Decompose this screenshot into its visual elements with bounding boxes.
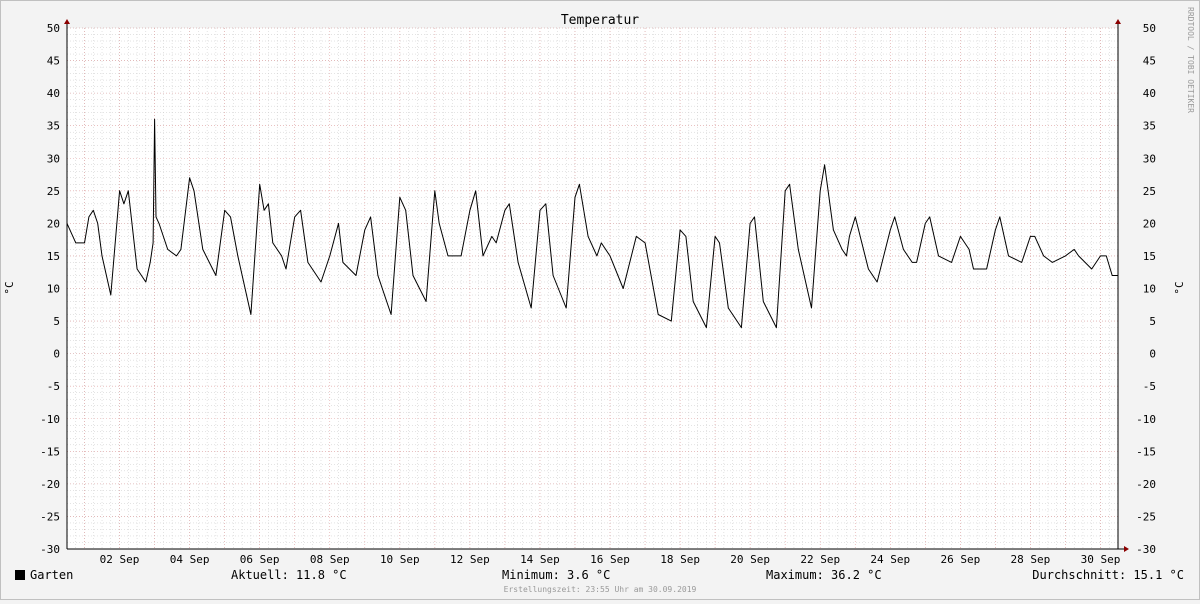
x-tick-label: 24 Sep bbox=[870, 553, 910, 566]
y-tick-label-left: 20 bbox=[47, 217, 60, 230]
y-tick-label-right: 45 bbox=[1143, 55, 1156, 68]
chart-canvas: 50 5045 4540 4035 3530 3025 2520 2015 1510 105 50 0… bbox=[0, 0, 1200, 600]
y-tick-label-left: -15 bbox=[40, 445, 60, 458]
y-tick-label-left: 50 bbox=[47, 22, 60, 35]
x-tick-label: 06 Sep bbox=[240, 553, 280, 566]
y-axis-label-left: °C bbox=[3, 281, 16, 294]
y-tick-label-left: -5 bbox=[47, 380, 60, 393]
y-tick-label-left: 30 bbox=[47, 152, 60, 165]
x-tick-label: 12 Sep bbox=[450, 553, 490, 566]
y-tick-label-right: 10 bbox=[1143, 283, 1156, 296]
y-tick-label-left: 35 bbox=[47, 120, 60, 133]
y-tick-label-left: 25 bbox=[47, 185, 60, 198]
watermark: RRDTOOL / TOBI OETIKER bbox=[1186, 7, 1195, 113]
x-tick-label: 30 Sep bbox=[1081, 553, 1121, 566]
y-tick-label-right: 20 bbox=[1143, 217, 1156, 230]
x-tick-label: 18 Sep bbox=[660, 553, 700, 566]
x-tick-label: 14 Sep bbox=[520, 553, 560, 566]
y-axis-label-right: °C bbox=[1173, 281, 1186, 294]
creation-time: Erstellungszeit: 23:55 Uhr am 30.09.2019 bbox=[504, 585, 697, 594]
legend-label: Garten bbox=[30, 568, 73, 582]
y-tick-label-right: -20 bbox=[1136, 478, 1156, 491]
x-tick-label: 20 Sep bbox=[730, 553, 770, 566]
y-tick-label-right: 35 bbox=[1143, 120, 1156, 133]
y-tick-label-right: 25 bbox=[1143, 185, 1156, 198]
y-tick-label-left: 45 bbox=[47, 55, 60, 68]
x-tick-label: 22 Sep bbox=[800, 553, 840, 566]
y-tick-label-left: -10 bbox=[40, 413, 60, 426]
y-tick-label-left: 15 bbox=[47, 250, 60, 263]
stat-average: Durchschnitt: 15.1 °C bbox=[1032, 568, 1184, 582]
x-tick-label: 16 Sep bbox=[590, 553, 630, 566]
y-tick-label-right: 0 bbox=[1149, 348, 1156, 361]
y-tick-label-left: 40 bbox=[47, 87, 60, 100]
y-tick-label-left: 5 bbox=[53, 315, 60, 328]
stat-maximum: Maximum: 36.2 °C bbox=[766, 568, 882, 582]
x-tick-label: 08 Sep bbox=[310, 553, 350, 566]
y-tick-label-left: -25 bbox=[40, 510, 60, 523]
y-tick-label-left: 10 bbox=[47, 283, 60, 296]
y-tick-label-right: -25 bbox=[1136, 510, 1156, 523]
y-tick-label-left: -20 bbox=[40, 478, 60, 491]
x-tick-label: 28 Sep bbox=[1011, 553, 1051, 566]
temperature-chart: 50 50 45 45 40 40 35 35 30 30 25 25 20 20 15 15 10 10 5 5 0 0… bbox=[0, 0, 1200, 600]
x-tick-label: 10 Sep bbox=[380, 553, 420, 566]
y-tick-label-left: 0 bbox=[53, 348, 60, 361]
y-tick-label-right: -30 bbox=[1136, 543, 1156, 556]
stat-minimum: Minimum: 3.6 °C bbox=[502, 568, 610, 582]
y-tick-label-right: 30 bbox=[1143, 152, 1156, 165]
y-tick-label-right: -10 bbox=[1136, 413, 1156, 426]
y-tick-label-right: -5 bbox=[1143, 380, 1156, 393]
y-tick-label-right: 15 bbox=[1143, 250, 1156, 263]
chart-title: Temperatur bbox=[561, 13, 639, 28]
stat-current: Aktuell: 11.8 °C bbox=[231, 568, 347, 582]
x-tick-label: 02 Sep bbox=[100, 553, 140, 566]
y-tick-label-right: 50 bbox=[1143, 22, 1156, 35]
y-tick-label-left: -30 bbox=[40, 543, 60, 556]
y-tick-label-right: -15 bbox=[1136, 445, 1156, 458]
x-tick-label: 26 Sep bbox=[940, 553, 980, 566]
y-tick-label-right: 40 bbox=[1143, 87, 1156, 100]
y-tick-label-right: 5 bbox=[1149, 315, 1156, 328]
legend-swatch bbox=[15, 570, 25, 580]
x-tick-label: 04 Sep bbox=[170, 553, 210, 566]
